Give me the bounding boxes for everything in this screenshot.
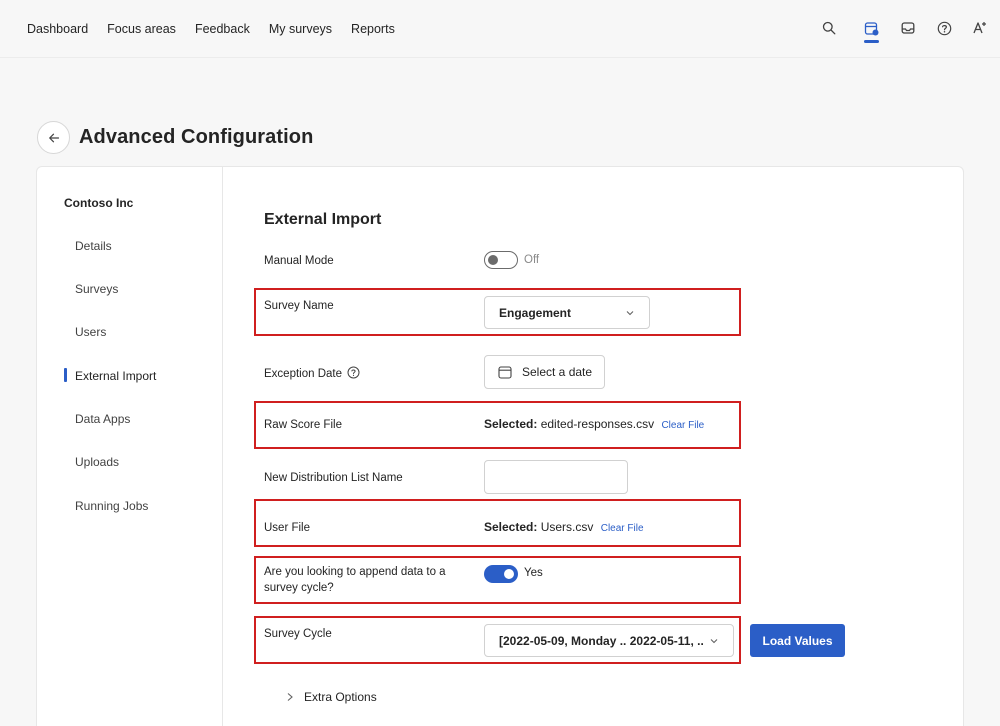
info-help-icon[interactable] (347, 366, 360, 379)
survey-cycle-dropdown[interactable]: [2022-05-09, Monday .. 2022-05-11, ... (484, 624, 734, 657)
sidebar-item-details[interactable]: Details (75, 239, 112, 253)
section-title: External Import (264, 211, 382, 228)
active-nav-indicator (864, 40, 879, 43)
settings-card: Contoso Inc Details Surveys Users Extern… (36, 166, 964, 726)
nav-reports[interactable]: Reports (351, 22, 395, 36)
calendar-settings-icon[interactable] (861, 18, 881, 38)
exception-date-label-text: Exception Date (264, 368, 342, 380)
selected-label: Selected: (484, 417, 538, 431)
raw-score-file-status: Selected: edited-responses.csv Clear Fil… (484, 417, 704, 431)
sidebar-item-external-import[interactable]: External Import (75, 369, 156, 383)
user-file-status: Selected: Users.csv Clear File (484, 520, 644, 534)
manual-mode-label: Manual Mode (264, 255, 334, 267)
sidebar-active-indicator (64, 368, 67, 382)
help-icon[interactable] (934, 18, 954, 38)
search-icon[interactable] (819, 18, 839, 38)
main-nav: Dashboard Focus areas Feedback My survey… (27, 0, 395, 58)
survey-cycle-label: Survey Cycle (264, 628, 332, 640)
toggle-knob (504, 569, 514, 579)
nav-focus-areas[interactable]: Focus areas (107, 22, 176, 36)
extra-options-label: Extra Options (304, 690, 377, 704)
chevron-down-icon (710, 639, 718, 644)
back-button[interactable] (37, 121, 70, 154)
sidebar-item-uploads[interactable]: Uploads (75, 455, 119, 469)
settings-sidebar: Contoso Inc Details Surveys Users Extern… (37, 167, 223, 726)
sidebar-item-surveys[interactable]: Surveys (75, 282, 118, 296)
extra-options-expander[interactable]: Extra Options (286, 690, 377, 704)
select-date-label: Select a date (522, 365, 593, 379)
survey-cycle-value: [2022-05-09, Monday .. 2022-05-11, ... (499, 633, 704, 648)
raw-score-file-name: edited-responses.csv (540, 417, 655, 431)
page-title: Advanced Configuration (79, 126, 314, 148)
user-file-label: User File (264, 522, 311, 534)
append-state: Yes (524, 567, 543, 579)
calendar-icon (498, 366, 512, 379)
org-name: Contoso Inc (64, 196, 134, 210)
chevron-down-icon (626, 311, 634, 316)
new-distribution-list-label: New Distribution List Name (264, 472, 403, 484)
survey-name-value: Engagement (499, 305, 572, 320)
append-toggle[interactable] (484, 565, 518, 583)
nav-my-surveys[interactable]: My surveys (269, 22, 332, 36)
clear-user-file-link[interactable]: Clear File (601, 523, 644, 534)
chevron-right-icon (287, 693, 293, 701)
clear-raw-score-file-link[interactable]: Clear File (661, 420, 704, 431)
nav-dashboard[interactable]: Dashboard (27, 22, 88, 36)
append-question-line1: Are you looking to append data to a (264, 566, 446, 578)
toggle-knob (488, 255, 498, 265)
sidebar-item-data-apps[interactable]: Data Apps (75, 412, 130, 426)
sidebar-item-running-jobs[interactable]: Running Jobs (75, 499, 148, 513)
survey-name-dropdown[interactable]: Engagement (484, 296, 650, 329)
accessibility-icon[interactable] (970, 18, 990, 38)
selected-label: Selected: (484, 520, 538, 534)
arrow-left-icon (48, 133, 59, 142)
sidebar-item-users[interactable]: Users (75, 325, 106, 339)
load-values-button[interactable]: Load Values (750, 624, 845, 657)
append-question-label: Are you looking to append data to a surv… (264, 564, 474, 596)
append-question-line2: survey cycle? (264, 582, 334, 594)
survey-name-label: Survey Name (264, 300, 334, 312)
nav-feedback[interactable]: Feedback (195, 22, 250, 36)
distribution-list-name-input[interactable] (484, 460, 628, 494)
user-file-name: Users.csv (540, 520, 594, 534)
manual-mode-toggle[interactable] (484, 251, 518, 269)
raw-score-file-label: Raw Score File (264, 419, 342, 431)
exception-date-label: Exception Date (264, 366, 360, 382)
select-date-button[interactable]: Select a date (484, 355, 605, 389)
top-navigation-bar: Dashboard Focus areas Feedback My survey… (0, 0, 1000, 58)
manual-mode-state: Off (524, 254, 540, 266)
inbox-icon[interactable] (898, 18, 918, 38)
